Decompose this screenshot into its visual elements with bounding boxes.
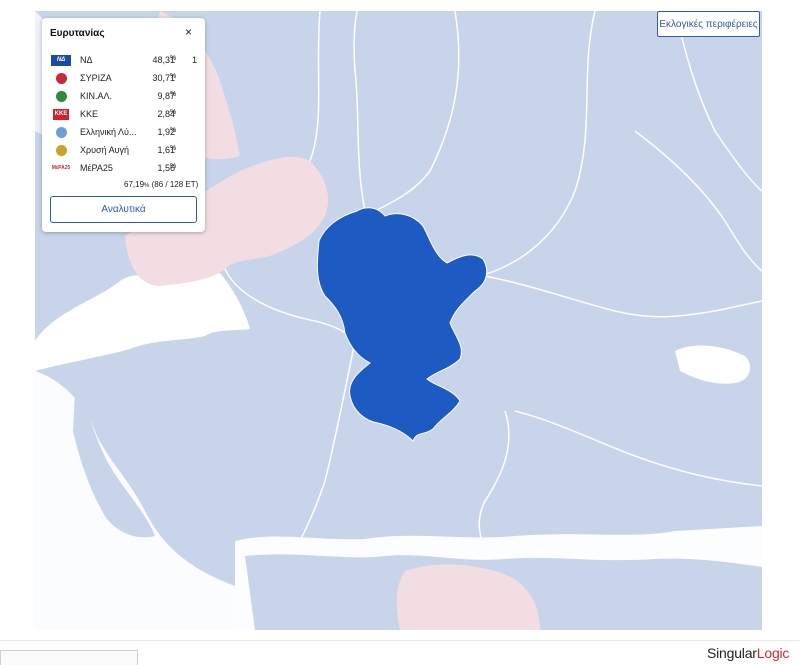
party-percentage-sign: % xyxy=(170,91,177,98)
elliniki-lysi-logo-icon xyxy=(50,126,72,139)
bottom-tab[interactable] xyxy=(0,650,138,665)
party-name: ΣΥΡΙΖΑ xyxy=(80,73,112,83)
brand-text-b: Logic xyxy=(756,645,790,661)
party-name: ΝΔ xyxy=(80,55,93,65)
party-row: ΚΚΕ ΚΚΕ 2,84% xyxy=(42,106,205,124)
kke-logo-icon: ΚΚΕ xyxy=(50,108,72,121)
analytics-button[interactable]: Αναλυτικά xyxy=(50,196,197,223)
party-name: ΚΙΝ.ΑΛ. xyxy=(80,91,113,101)
party-percentage-sign: % xyxy=(170,127,177,134)
close-icon[interactable]: × xyxy=(185,25,192,39)
party-seats: 1 xyxy=(192,55,198,65)
counted-pct-sign: % xyxy=(144,183,150,189)
kinal-logo-icon xyxy=(50,90,72,103)
party-percentage-sign: % xyxy=(170,109,177,116)
party-name: ΜέΡΑ25 xyxy=(80,163,113,173)
panel-title: Ευρυτανίας xyxy=(50,28,105,39)
counted-pct: 67,19 xyxy=(124,180,145,189)
regions-button[interactable]: Εκλογικές περιφέρειες xyxy=(657,11,760,37)
party-row: Χρυσή Αυγή 1,61% xyxy=(42,142,205,160)
party-row: ΚΙΝ.ΑΛ. 9,87% xyxy=(42,88,205,106)
party-percentage-sign: % xyxy=(170,163,177,170)
results-panel: Ευρυτανίας × ΝΔ ΝΔ 48,31% 1 ΣΥΡΙΖΑ 30,71% ΚΙΝ.… xyxy=(42,18,205,232)
party-percentage-sign: % xyxy=(170,55,177,62)
footer-divider xyxy=(0,640,800,641)
party-name: Χρυσή Αυγή xyxy=(80,145,130,155)
mera25-logo-icon: MέPA25 xyxy=(51,164,71,173)
syriza-logo-icon xyxy=(50,72,72,85)
party-row: ΝΔ ΝΔ 48,31% 1 xyxy=(42,52,205,70)
chrysi-avgi-logo-icon xyxy=(50,144,72,157)
party-name: Ελληνική Λύ... xyxy=(80,127,137,137)
party-name: ΚΚΕ xyxy=(80,109,99,119)
brand-logo: SingularLogic xyxy=(707,645,789,661)
party-row: Ελληνική Λύ... 1,92% xyxy=(42,124,205,142)
counted-summary: 67,19% (86 / 128 ΕΤ) xyxy=(124,180,198,189)
party-percentage-sign: % xyxy=(170,73,177,80)
party-row: MέPA25 ΜέΡΑ25 1,56% xyxy=(42,160,205,178)
party-row: ΣΥΡΙΖΑ 30,71% xyxy=(42,70,205,88)
counted-detail: (86 / 128 ΕΤ) xyxy=(151,180,199,189)
party-percentage-sign: % xyxy=(170,145,177,152)
nd-logo-icon: ΝΔ xyxy=(50,54,72,67)
brand-text-a: Singular xyxy=(707,645,757,661)
